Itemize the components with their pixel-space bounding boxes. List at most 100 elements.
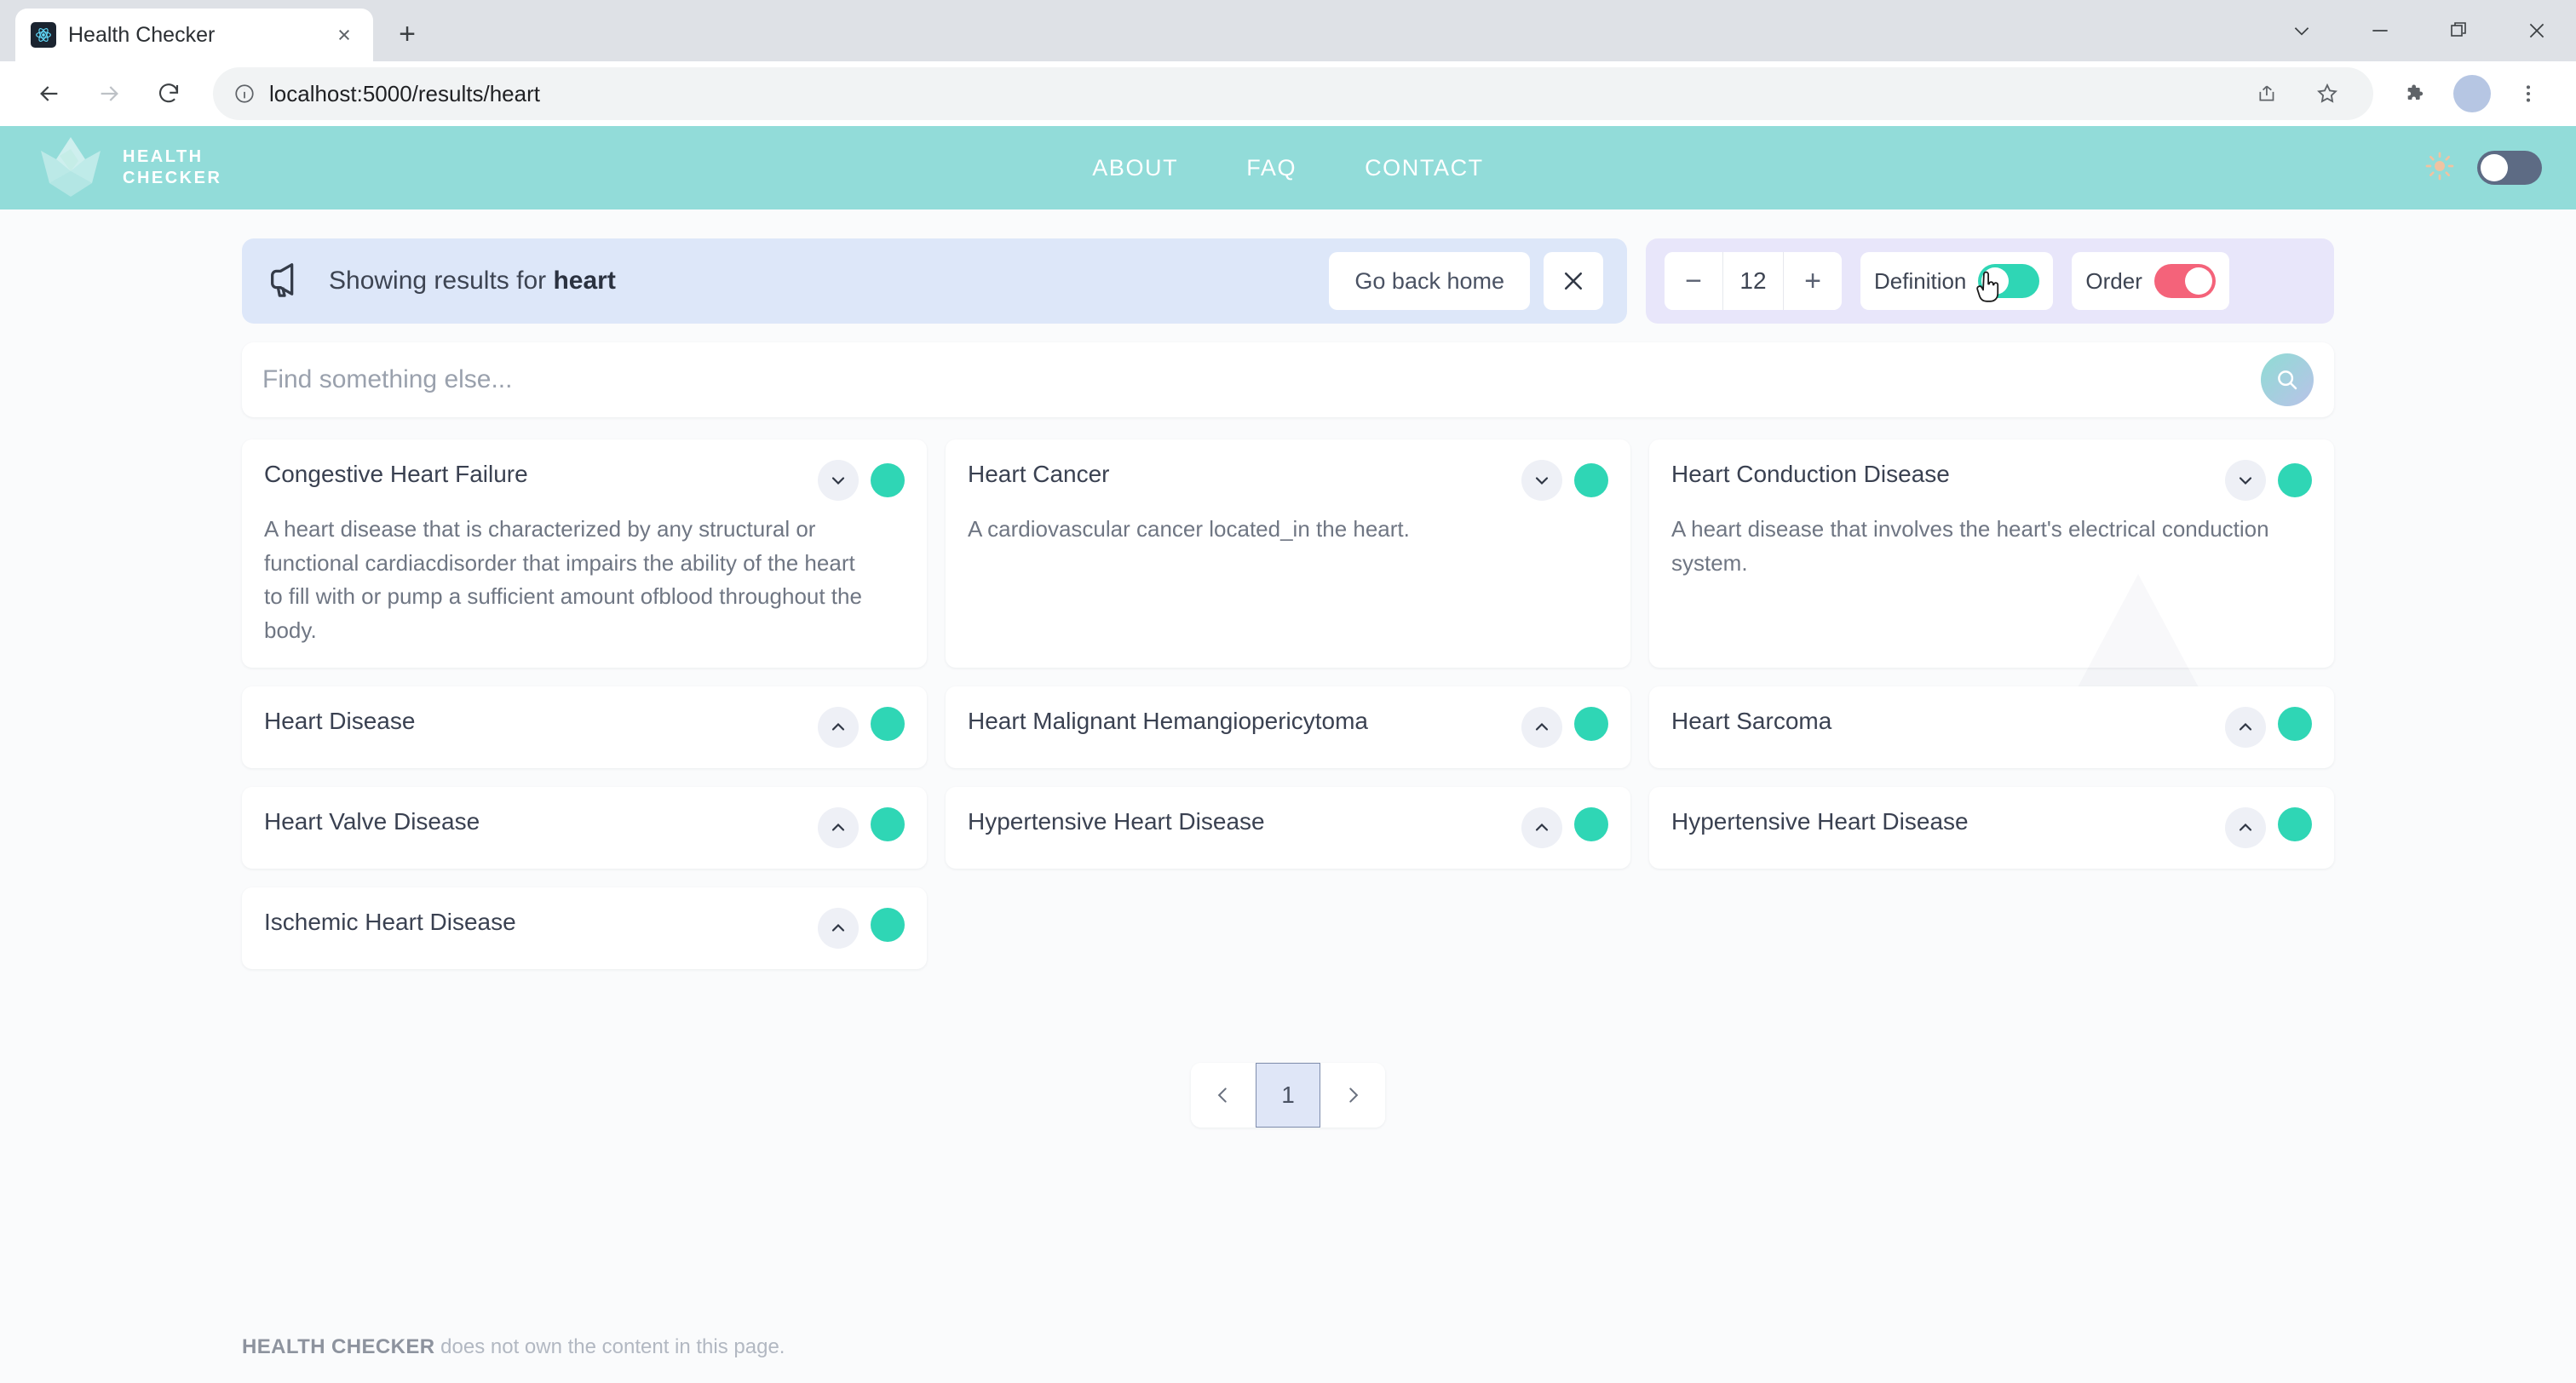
background-watermark-icon (2070, 574, 2206, 703)
result-card[interactable]: Hypertensive Heart Disease (1649, 787, 2334, 869)
nav-item-contact[interactable]: CONTACT (1365, 155, 1484, 181)
result-card[interactable]: Heart Cancer A cardiovascular cancer loca… (946, 439, 1630, 669)
results-top-row: Showing results for heart Go back home −… (242, 238, 2334, 324)
profile-avatar[interactable] (2453, 75, 2491, 112)
share-icon[interactable] (2242, 68, 2293, 119)
browser-menu-icon[interactable] (2503, 68, 2554, 119)
banner-actions: Go back home (1329, 252, 1603, 310)
chevron-down-icon[interactable] (818, 460, 859, 501)
page-number-1[interactable]: 1 (1256, 1063, 1320, 1128)
nav-item-faq[interactable]: FAQ (1246, 155, 1297, 181)
status-dot[interactable] (871, 807, 905, 842)
result-card[interactable]: Heart Malignant Hemangiopericytoma (946, 686, 1630, 769)
chevron-up-icon[interactable] (818, 807, 859, 849)
result-card-header: Hypertensive Heart Disease (1671, 807, 2312, 849)
status-dot[interactable] (1574, 463, 1608, 497)
result-card-header: Heart Valve Disease (264, 807, 905, 849)
result-card[interactable]: Heart Disease (242, 686, 927, 769)
chevron-up-icon[interactable] (2225, 707, 2266, 749)
minimize-icon[interactable] (2341, 0, 2419, 61)
order-toggle-group: Order (2072, 252, 2229, 310)
back-icon[interactable] (22, 66, 77, 121)
result-card-header: Heart Disease (264, 707, 905, 749)
definition-toggle[interactable] (1978, 264, 2040, 298)
chevron-up-icon[interactable] (818, 908, 859, 950)
bookmark-star-icon[interactable] (2302, 68, 2353, 119)
result-card[interactable]: Congestive Heart Failure A heart disease … (242, 439, 927, 669)
result-card-description: A heart disease that involves the heart'… (1671, 516, 2269, 576)
site-header: HEALTH CHECKER ABOUT FAQ CONTACT (0, 126, 2576, 209)
nav-item-about[interactable]: ABOUT (1092, 155, 1178, 181)
maximize-icon[interactable] (2419, 0, 2498, 61)
chevron-up-icon[interactable] (2225, 807, 2266, 849)
status-dot[interactable] (1574, 707, 1608, 742)
previous-page-button[interactable] (1191, 1063, 1256, 1128)
address-bar[interactable]: localhost:5000/results/heart (213, 67, 2373, 120)
result-card-description: A heart disease that is characterized by… (264, 516, 862, 643)
order-toggle-label: Order (2085, 267, 2142, 294)
favicon-icon (31, 22, 56, 48)
result-card-title: Heart Valve Disease (264, 808, 480, 835)
result-card-title: Heart Malignant Hemangiopericytoma (968, 708, 1368, 735)
dark-mode-toggle-knob (2481, 154, 2508, 181)
tab-close-icon[interactable]: × (331, 23, 358, 47)
dark-mode-toggle[interactable] (2477, 151, 2542, 185)
status-dot[interactable] (2278, 707, 2312, 742)
go-back-home-button[interactable]: Go back home (1329, 252, 1530, 310)
results-controls-panel: − 12 + Definition Order (1646, 238, 2334, 324)
forward-icon[interactable] (82, 66, 136, 121)
next-page-button[interactable] (1320, 1063, 1385, 1128)
chevron-down-icon[interactable] (1521, 460, 1562, 501)
result-card[interactable]: Hypertensive Heart Disease (946, 787, 1630, 869)
extensions-puzzle-icon[interactable] (2390, 68, 2441, 119)
status-dot[interactable] (871, 707, 905, 742)
order-toggle-knob (2184, 267, 2212, 295)
result-card-body: A heart disease that involves the heart'… (1671, 513, 2312, 580)
result-card-header: Congestive Heart Failure (264, 460, 905, 501)
result-card-title: Heart Disease (264, 708, 416, 735)
logo-line-2: CHECKER (123, 169, 222, 187)
increment-count-button[interactable]: + (1784, 252, 1842, 310)
tab-search-chevron-down-icon[interactable] (2263, 0, 2341, 61)
result-card-header: Hypertensive Heart Disease (968, 807, 1608, 849)
result-card[interactable]: Heart Conduction Disease A heart disease … (1649, 439, 2334, 703)
definition-toggle-label: Definition (1874, 267, 1967, 294)
status-dot[interactable] (2278, 463, 2312, 497)
result-card-header: Heart Malignant Hemangiopericytoma (968, 707, 1608, 749)
page-footer: HEALTH CHECKER does not own the content … (242, 1335, 785, 1359)
browser-toolbar: localhost:5000/results/heart (0, 61, 2576, 126)
results-grid: Congestive Heart Failure A heart disease … (242, 439, 2334, 970)
decrement-count-button[interactable]: − (1665, 252, 1722, 310)
chevron-up-icon[interactable] (818, 707, 859, 749)
banner-prefix: Showing results for (329, 267, 554, 295)
site-logo[interactable]: HEALTH CHECKER (34, 134, 221, 203)
chevron-down-icon[interactable] (2225, 460, 2266, 501)
site-info-icon[interactable] (233, 83, 256, 105)
close-window-icon[interactable] (2498, 0, 2576, 61)
reload-icon[interactable] (141, 66, 196, 121)
result-card[interactable]: Ischemic Heart Disease (242, 887, 927, 970)
result-card[interactable]: Heart Sarcoma (1649, 686, 2334, 769)
dismiss-banner-button[interactable] (1544, 252, 1603, 310)
new-tab-button[interactable]: + (383, 10, 431, 58)
logo-text: HEALTH CHECKER (123, 146, 221, 189)
search-submit-button[interactable] (2261, 353, 2314, 406)
status-dot[interactable] (1574, 807, 1608, 842)
definition-toggle-knob (1981, 267, 2010, 295)
status-dot[interactable] (871, 908, 905, 943)
chevron-up-icon[interactable] (1521, 807, 1562, 849)
order-toggle[interactable] (2153, 264, 2216, 298)
pagination-wrapper: 1 (242, 1063, 2334, 1128)
chevron-up-icon[interactable] (1521, 707, 1562, 749)
fox-logo-icon (34, 134, 107, 203)
status-dot[interactable] (871, 463, 905, 497)
result-card-header: Heart Cancer (968, 460, 1608, 501)
browser-tab-strip: Health Checker × + (0, 0, 2576, 61)
definition-toggle-group: Definition (1860, 252, 2054, 310)
search-input[interactable] (262, 365, 2261, 394)
footer-brand: HEALTH CHECKER (242, 1335, 435, 1358)
status-dot[interactable] (2278, 807, 2312, 842)
browser-tab[interactable]: Health Checker × (15, 9, 373, 61)
result-card[interactable]: Heart Valve Disease (242, 787, 927, 869)
result-card-header: Heart Conduction Disease (1671, 460, 2312, 501)
